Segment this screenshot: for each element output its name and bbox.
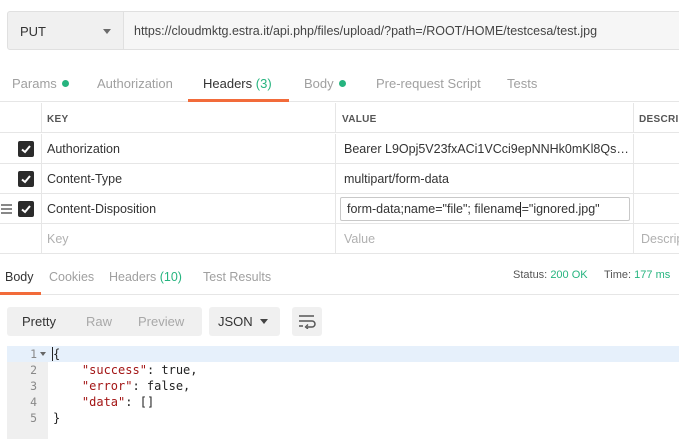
tab-headers-count: (3) [255, 76, 272, 91]
checkbox-checked-icon[interactable] [18, 171, 34, 187]
table-row: Content-Type multipart/form-data [0, 164, 679, 194]
line-number: 2 [30, 363, 37, 377]
code-text: } [53, 411, 61, 425]
tab-test-results[interactable]: Test Results [203, 270, 271, 284]
status-readout: Status: 200 OK [513, 269, 588, 281]
header-value-cell[interactable]: multipart/form-data [344, 172, 629, 186]
format-select[interactable]: JSON [209, 307, 280, 336]
column-header-key: KEY [47, 114, 69, 125]
tab-response-headers-count: (10) [159, 270, 182, 284]
table-row: Authorization Bearer L9Opj5V23fxACi1VCci… [0, 134, 679, 164]
response-body-code[interactable]: 1 { 2 "success": true, 3 "error": false,… [7, 346, 679, 439]
header-key-cell[interactable]: Authorization [47, 142, 327, 156]
code-text: "success": true, [53, 363, 198, 377]
tab-response-headers-label: Headers [109, 270, 157, 284]
table-row-empty: Key Value Description [0, 224, 679, 254]
code-line: 4 "data": [] [7, 394, 679, 410]
preview-button[interactable]: Preview [138, 314, 184, 329]
line-number: 1 [30, 347, 37, 361]
request-tabs: Params Authorization Headers (3) Body Pr… [0, 70, 679, 102]
tab-response-body-label: Body [5, 270, 34, 284]
header-value-input[interactable]: form-data;name="file"; filename="ignored… [340, 197, 630, 221]
pretty-button[interactable]: Pretty [22, 314, 56, 329]
chevron-down-icon [260, 319, 268, 324]
tab-test-results-label: Test Results [203, 270, 272, 284]
status-dot-icon [338, 80, 346, 87]
tab-tests[interactable]: Tests [507, 76, 537, 91]
tab-response-body[interactable]: Body [5, 270, 34, 284]
tab-response-headers[interactable]: Headers (10) [109, 270, 182, 284]
tab-body[interactable]: Body [304, 76, 346, 91]
wrap-lines-icon [299, 315, 316, 329]
tab-tests-label: Tests [507, 76, 538, 91]
response-tabs: Body Cookies Headers (10) Test Results S… [0, 262, 679, 295]
json-value: : [] [125, 395, 155, 409]
time-value: 177 ms [634, 269, 671, 281]
column-header-value: VALUE [342, 114, 377, 125]
code-line: 5 } [7, 410, 679, 426]
tab-pre-request-script[interactable]: Pre-request Script [376, 76, 481, 91]
url-input[interactable]: https://cloudmktg.estra.it/api.php/files… [124, 11, 679, 50]
method-label: PUT [20, 24, 46, 39]
checkbox-checked-icon[interactable] [18, 201, 34, 217]
tab-params[interactable]: Params [12, 76, 69, 91]
new-value-input[interactable]: Value [344, 232, 375, 246]
text-cursor [520, 202, 521, 217]
code-line: 3 "error": false, [7, 378, 679, 394]
json-key: "data" [81, 395, 126, 409]
code-text: { [53, 347, 61, 361]
url-text: https://cloudmktg.estra.it/api.php/files… [134, 24, 598, 38]
code-line: 2 "success": true, [7, 362, 679, 378]
wrap-lines-button[interactable] [292, 307, 322, 336]
line-number: 3 [30, 379, 37, 393]
view-mode-group: Pretty Raw Preview [7, 307, 202, 336]
line-number: 4 [30, 395, 37, 409]
time-readout: Time: 177 ms [604, 269, 670, 281]
checkbox-checked-icon[interactable] [18, 141, 34, 157]
active-tab-indicator [0, 292, 41, 295]
headers-table: KEY VALUE DESCRIPTION Authorization Bear… [0, 103, 679, 255]
active-tab-indicator [188, 99, 289, 102]
method-select[interactable]: PUT [7, 11, 124, 50]
header-key-cell[interactable]: Content-Type [47, 172, 327, 186]
code-line: 1 { [7, 346, 679, 362]
fold-arrow-icon[interactable] [40, 352, 46, 356]
tab-params-label: Params [12, 76, 57, 91]
format-label: JSON [218, 314, 253, 329]
header-value-text: form-data;name="file"; filename="ignored… [347, 202, 600, 216]
time-label: Time: [604, 269, 632, 281]
header-key-cell[interactable]: Content-Disposition [47, 202, 327, 216]
new-description-input[interactable]: Description [641, 232, 679, 246]
tab-cookies-label: Cookies [49, 270, 95, 284]
status-dot-icon [61, 80, 69, 87]
tab-authorization-label: Authorization [97, 76, 173, 91]
drag-handle-icon[interactable] [1, 204, 12, 214]
chevron-down-icon [103, 29, 111, 34]
json-key: "error" [81, 379, 133, 393]
raw-button[interactable]: Raw [86, 314, 112, 329]
json-key: "success" [81, 363, 147, 377]
code-text: "data": [] [53, 395, 154, 409]
header-value-cell[interactable]: Bearer L9Opj5V23fxACi1VCci9epNNHk0mKl8Qs… [344, 142, 629, 156]
tab-headers-label: Headers [203, 76, 253, 91]
code-text: "error": false, [53, 379, 190, 393]
status-label: Status: [513, 269, 548, 281]
request-bar: PUT https://cloudmktg.estra.it/api.php/f… [0, 0, 679, 62]
table-header-row: KEY VALUE DESCRIPTION [0, 103, 679, 133]
column-header-description: DESCRIPTION [639, 114, 679, 125]
tab-authorization[interactable]: Authorization [97, 76, 173, 91]
status-value: 200 OK [550, 269, 588, 281]
tab-pre-request-label: Pre-request Script [376, 76, 481, 91]
tab-body-label: Body [304, 76, 334, 91]
table-row: Content-Disposition form-data;name="file… [0, 194, 679, 224]
json-value: : false, [132, 379, 191, 393]
json-value: : true, [146, 363, 198, 377]
tab-cookies[interactable]: Cookies [49, 270, 94, 284]
new-key-input[interactable]: Key [47, 232, 69, 246]
line-number: 5 [30, 411, 37, 425]
tab-headers[interactable]: Headers (3) [203, 76, 272, 91]
